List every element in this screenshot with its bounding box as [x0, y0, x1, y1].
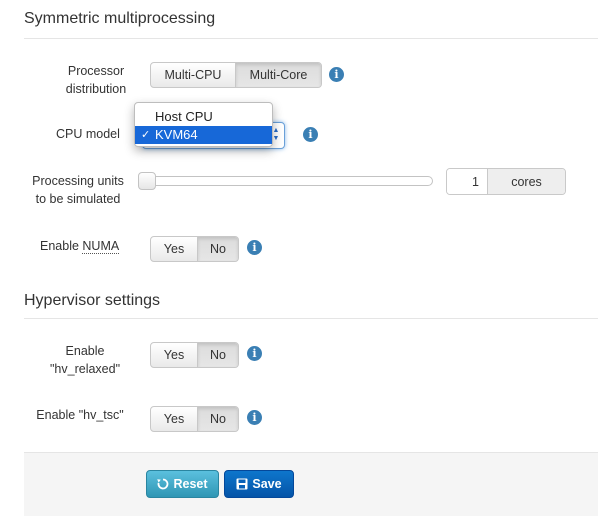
hv-relaxed-no-button[interactable]: No [197, 343, 238, 367]
multi-cpu-button[interactable]: Multi-CPU [151, 63, 235, 87]
cores-input[interactable] [447, 169, 488, 194]
info-icon[interactable]: i [303, 127, 318, 142]
cpu-model-label: CPU model [56, 127, 120, 141]
save-button[interactable]: Save [224, 470, 294, 498]
hv-relaxed-toggle: Yes No [150, 342, 239, 368]
section-divider [24, 38, 598, 39]
section-divider [24, 318, 598, 319]
label-line: Processing units [32, 174, 124, 188]
option-label: Host CPU [155, 109, 213, 124]
undo-icon [157, 478, 169, 490]
info-icon[interactable]: i [247, 410, 262, 425]
reset-button[interactable]: Reset [146, 470, 219, 498]
label-line: "hv_relaxed" [49, 362, 121, 376]
label-line: Enable [65, 344, 105, 358]
reset-label: Reset [173, 477, 208, 491]
checkmark-icon: ✓ [141, 129, 151, 141]
multi-core-button[interactable]: Multi-Core [235, 63, 321, 87]
numa-label: Enable NUMA [40, 237, 130, 255]
option-label: KVM64 [155, 127, 198, 142]
save-label: Save [252, 477, 282, 491]
cores-unit: cores [488, 169, 565, 194]
hv-relaxed-yes-button[interactable]: Yes [151, 343, 197, 367]
info-icon[interactable]: i [247, 346, 262, 361]
hv-relaxed-label: Enable "hv_relaxed" [40, 342, 130, 378]
form-actions [24, 452, 598, 516]
cpu-option-kvm64[interactable]: ✓ KVM64 [135, 126, 272, 144]
slider-handle[interactable] [138, 172, 156, 190]
floppy-disk-icon [236, 478, 248, 490]
processor-distribution-label: Processor distribution [52, 62, 140, 98]
hv-tsc-label: Enable "hv_tsc" [36, 408, 124, 422]
processing-units-slider[interactable] [140, 176, 433, 186]
hv-tsc-yes-button[interactable]: Yes [151, 407, 197, 431]
numa-toggle: Yes No [150, 236, 239, 262]
numa-no-button[interactable]: No [197, 237, 238, 261]
hv-tsc-toggle: Yes No [150, 406, 239, 432]
section-title-hypervisor: Hypervisor settings [24, 292, 161, 309]
label-line: to be simulated [35, 192, 121, 206]
processor-distribution-toggle: Multi-CPU Multi-Core [150, 62, 322, 88]
cores-input-group: cores [446, 168, 566, 195]
numa-yes-button[interactable]: Yes [151, 237, 197, 261]
processing-units-label: Processing units to be simulated [24, 172, 132, 208]
cpu-model-dropdown: Host CPU ✓ KVM64 [134, 102, 273, 147]
section-title-smp: Symmetric multiprocessing [24, 10, 216, 27]
hv-tsc-no-button[interactable]: No [197, 407, 238, 431]
numa-abbr: NUMA [82, 239, 120, 254]
cpu-option-host[interactable]: Host CPU [135, 108, 272, 126]
label-prefix: Enable [40, 239, 83, 253]
label-line: distribution [65, 82, 127, 96]
info-icon[interactable]: i [247, 240, 262, 255]
label-line: Processor [67, 64, 125, 78]
info-icon[interactable]: i [329, 67, 344, 82]
